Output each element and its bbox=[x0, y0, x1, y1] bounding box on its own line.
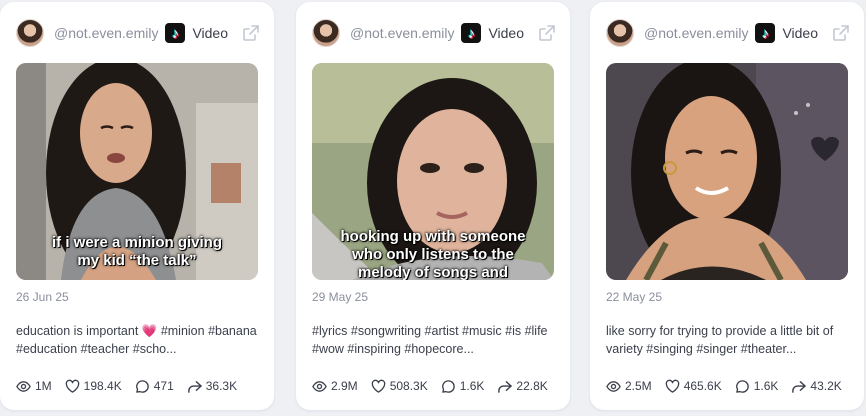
shares-stat: 36.3K bbox=[187, 379, 237, 394]
content-type-label: Video bbox=[488, 25, 524, 41]
video-thumbnail[interactable]: if i were a minion giving my kid “the ta… bbox=[16, 63, 258, 280]
eye-icon bbox=[312, 380, 327, 392]
caption-line: hooking up with someone bbox=[340, 228, 526, 245]
heart-icon bbox=[371, 379, 385, 393]
video-card[interactable]: @not.even.emily ♪ Video 22 May 25 like s… bbox=[590, 2, 864, 410]
eye-icon bbox=[16, 380, 31, 392]
external-link-icon[interactable] bbox=[242, 24, 260, 42]
post-description: like sorry for trying to provide a littl… bbox=[606, 324, 834, 356]
likes-count: 198.4K bbox=[83, 379, 122, 393]
content-type-label: Video bbox=[782, 25, 818, 41]
comments-count: 471 bbox=[153, 379, 174, 393]
video-caption: if i were a minion giving my kid “the ta… bbox=[16, 234, 258, 270]
comment-icon bbox=[441, 379, 455, 393]
eye-icon bbox=[606, 380, 621, 392]
card-header: @not.even.emily ♪ Video bbox=[312, 18, 556, 48]
likes-stat: 465.6K bbox=[665, 379, 722, 394]
comments-stat: 471 bbox=[135, 379, 174, 394]
views-stat: 2.5M bbox=[606, 379, 652, 394]
engagement-stats: 2.5M 465.6K 1.6K 43.2K bbox=[606, 377, 854, 395]
video-thumbnail[interactable] bbox=[606, 63, 848, 280]
video-card[interactable]: @not.even.emily ♪ Video if i were a mini… bbox=[0, 2, 274, 410]
card-header: @not.even.emily ♪ Video bbox=[16, 18, 260, 48]
comment-icon bbox=[735, 379, 749, 393]
engagement-stats: 2.9M 508.3K 1.6K 22.8K bbox=[312, 377, 560, 395]
views-count: 1M bbox=[35, 379, 52, 393]
avatar[interactable] bbox=[312, 19, 340, 47]
likes-count: 508.3K bbox=[389, 379, 428, 393]
video-thumbnail[interactable]: hooking up with someone who only listens… bbox=[312, 63, 554, 280]
external-link-icon[interactable] bbox=[832, 24, 850, 42]
tiktok-icon: ♪ bbox=[755, 23, 776, 43]
likes-stat: 198.4K bbox=[65, 379, 122, 394]
pink-heart-emoji: 💗 bbox=[141, 324, 158, 338]
post-date: 26 Jun 25 bbox=[16, 290, 69, 304]
post-date: 22 May 25 bbox=[606, 290, 663, 304]
caption-line: if i were a minion giving bbox=[51, 234, 223, 251]
avatar[interactable] bbox=[16, 19, 44, 47]
creator-handle[interactable]: @not.even.emily bbox=[350, 25, 461, 41]
post-description: education is important 💗 #minion #banana… bbox=[16, 322, 260, 358]
caption-line: my kid “the talk” bbox=[77, 252, 197, 269]
caption-line: who only listens to the bbox=[352, 246, 514, 263]
share-icon bbox=[187, 380, 202, 393]
card-header: @not.even.emily ♪ Video bbox=[606, 18, 850, 48]
comments-stat: 1.6K bbox=[441, 379, 485, 394]
external-link-icon[interactable] bbox=[538, 24, 556, 42]
share-icon bbox=[498, 380, 513, 393]
views-count: 2.5M bbox=[625, 379, 652, 393]
shares-stat: 22.8K bbox=[497, 379, 548, 394]
content-type-label: Video bbox=[192, 25, 228, 41]
likes-count: 465.6K bbox=[683, 379, 722, 393]
tiktok-icon: ♪ bbox=[165, 23, 186, 43]
tiktok-icon: ♪ bbox=[461, 23, 482, 43]
views-stat: 1M bbox=[16, 379, 52, 394]
share-icon bbox=[792, 380, 807, 393]
comments-count: 1.6K bbox=[459, 379, 485, 393]
heart-icon bbox=[665, 379, 679, 393]
avatar[interactable] bbox=[606, 19, 634, 47]
likes-stat: 508.3K bbox=[371, 379, 428, 394]
creator-handle[interactable]: @not.even.emily bbox=[54, 25, 165, 41]
views-count: 2.9M bbox=[331, 379, 358, 393]
post-date: 29 May 25 bbox=[312, 290, 369, 304]
video-card[interactable]: @not.even.emily ♪ Video hooking up with … bbox=[296, 2, 570, 410]
comment-icon bbox=[135, 379, 149, 393]
creator-handle[interactable]: @not.even.emily bbox=[644, 25, 755, 41]
views-stat: 2.9M bbox=[312, 379, 358, 394]
comments-count: 1.6K bbox=[753, 379, 779, 393]
shares-count: 36.3K bbox=[205, 379, 238, 393]
comments-stat: 1.6K bbox=[735, 379, 779, 394]
shares-count: 43.2K bbox=[810, 379, 842, 393]
shares-count: 22.8K bbox=[516, 379, 548, 393]
shares-stat: 43.2K bbox=[791, 379, 842, 394]
heart-icon bbox=[65, 379, 79, 393]
caption-line: melody of songs and bbox=[357, 264, 508, 280]
post-description: #lyrics #songwriting #artist #music #is … bbox=[312, 324, 548, 356]
description-text: education is important bbox=[16, 324, 142, 338]
engagement-stats: 1M 198.4K 471 36.3K bbox=[16, 377, 264, 395]
video-caption: hooking up with someone who only listens… bbox=[312, 228, 554, 280]
